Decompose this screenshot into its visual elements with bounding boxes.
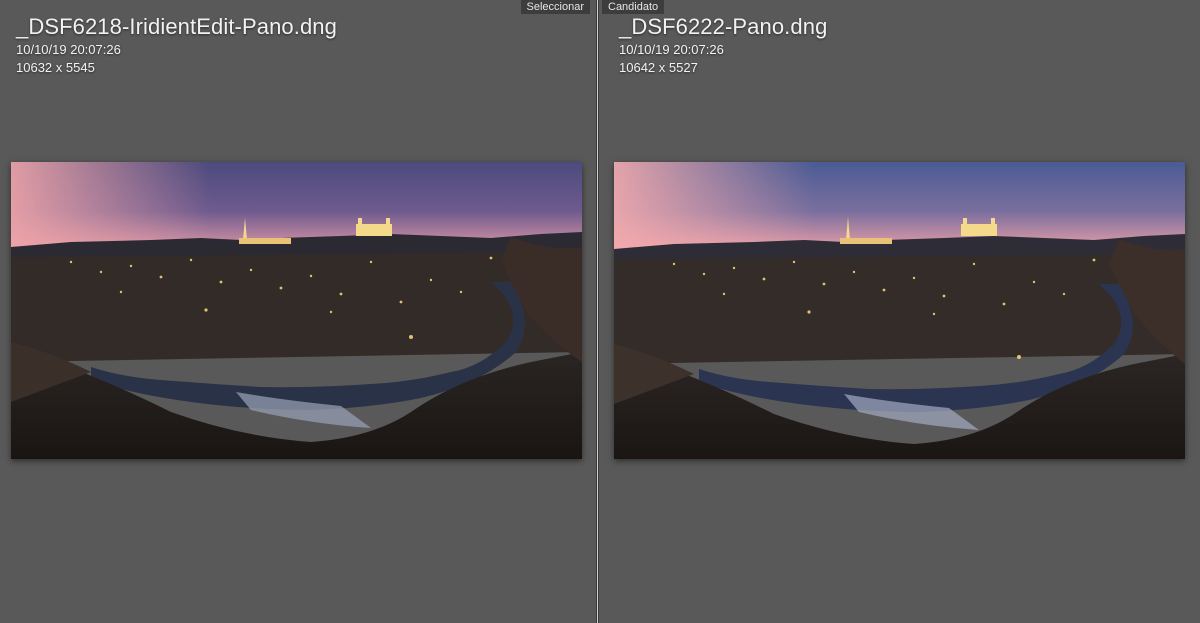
photo-preview[interactable] [11, 162, 582, 459]
filename: _DSF6222-Pano.dng [619, 14, 828, 39]
select-pane[interactable]: Seleccionar _DSF6218-IridientEdit-Pano.d… [0, 0, 596, 623]
candidate-pane[interactable]: Candidato _DSF6222-Pano.dng 10/10/19 20:… [599, 0, 1200, 623]
capture-datetime: 10/10/19 20:07:26 [16, 42, 121, 57]
select-label: Seleccionar [520, 0, 590, 14]
photo-info-overlay: _DSF6222-Pano.dng 10/10/19 20:07:26 1064… [619, 13, 827, 77]
toledo-night-panorama [11, 162, 582, 459]
candidate-label: Candidato [602, 0, 665, 14]
photo-preview[interactable] [614, 162, 1185, 459]
photo-info-overlay: _DSF6218-IridientEdit-Pano.dng 10/10/19 … [16, 13, 337, 77]
image-dimensions: 10632 x 5545 [16, 60, 95, 75]
filename: _DSF6218-IridientEdit-Pano.dng [16, 14, 337, 39]
capture-datetime: 10/10/19 20:07:26 [619, 42, 724, 57]
image-dimensions: 10642 x 5527 [619, 60, 698, 75]
toledo-night-panorama [614, 162, 1185, 459]
